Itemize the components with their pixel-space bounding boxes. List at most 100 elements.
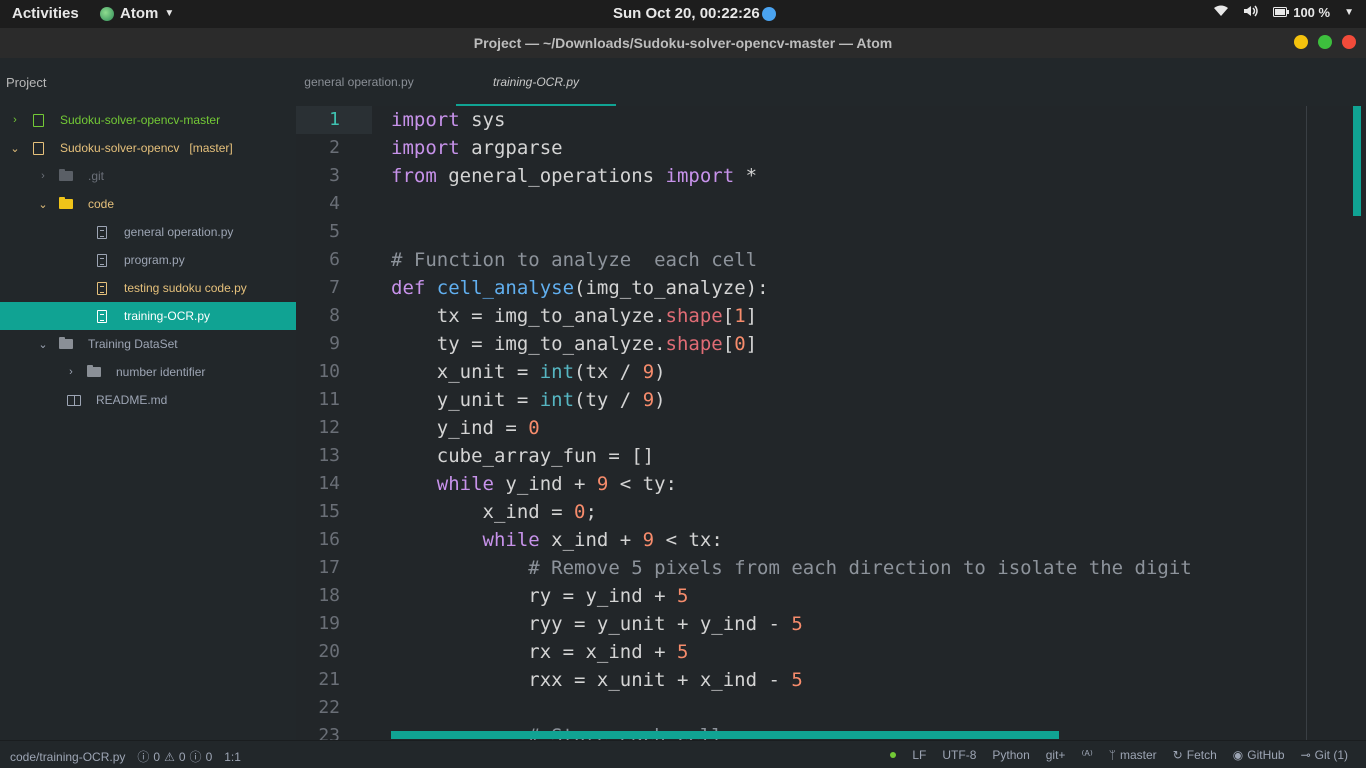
line-number: 16	[318, 529, 340, 550]
tree-item-label: README.md	[96, 393, 168, 407]
line-number: 20	[318, 641, 340, 662]
file-icon	[94, 281, 110, 295]
maximize-button[interactable]	[1318, 35, 1332, 49]
app-menu[interactable]: Atom ▼	[100, 5, 174, 22]
tree-item-code[interactable]: ⌄ code	[0, 190, 296, 218]
project-tree: Project › Sudoku-solver-opencv-master ⌄ …	[0, 58, 296, 740]
chevron-down-icon: ⌄	[10, 142, 20, 155]
tree-item-sudoku-solver-opencv[interactable]: ⌄ Sudoku-solver-opencv [master]	[0, 134, 296, 162]
chevron-down-icon: ⌄	[38, 338, 48, 351]
fetch-label: Fetch	[1186, 748, 1217, 762]
folder-icon	[86, 365, 102, 379]
line-number: 9	[329, 333, 340, 354]
status-bar: code/training-OCR.py ⓘ 0 ⚠ 0 ⓘ 0 1:1 LF UTF…	[0, 740, 1366, 768]
git-plus[interactable]: git+	[1046, 748, 1066, 762]
minimize-button[interactable]	[1294, 35, 1308, 49]
error-icon: ⓘ	[137, 750, 150, 764]
fetch-button[interactable]: ↻ Fetch	[1173, 748, 1217, 762]
line-number: 5	[329, 221, 340, 242]
tree-item-general-operation[interactable]: general operation.py	[0, 218, 296, 246]
tree-item-label: training-OCR.py	[124, 309, 211, 323]
line-number: 19	[318, 613, 340, 634]
file-icon	[94, 225, 110, 239]
line-number: 17	[318, 557, 340, 578]
close-button[interactable]	[1342, 35, 1356, 49]
code-line: rxx = x_unit + x_ind - 5	[391, 669, 803, 691]
error-count: 0	[153, 749, 161, 764]
code-area[interactable]: import sys import argparse from general_…	[391, 106, 1306, 740]
file-icon	[94, 309, 110, 323]
chevron-right-icon: ›	[13, 114, 17, 126]
code-line: while x_ind + 9 < tx:	[391, 529, 723, 551]
tree-item-label: program.py	[124, 253, 185, 267]
warning-count: 0	[178, 749, 186, 764]
system-tray[interactable]: 100 % ▼	[1213, 4, 1354, 20]
activities-button[interactable]: Activities	[12, 5, 79, 22]
tree-item-readme[interactable]: README.md	[0, 386, 296, 414]
code-line: rx = x_ind + 5	[391, 641, 689, 663]
book-icon	[66, 393, 82, 407]
broadcast-icon[interactable]: ⁽ᴬ⁾	[1081, 748, 1092, 762]
git-button[interactable]: ⊸ Git (1)	[1301, 748, 1348, 762]
vertical-scrollbar[interactable]	[1353, 106, 1361, 216]
tree-item-training-ocr[interactable]: training-OCR.py	[0, 302, 296, 330]
tree-item-label: number identifier	[116, 365, 206, 379]
github-label: GitHub	[1247, 748, 1285, 762]
app-menu-label: Atom	[120, 5, 159, 22]
info-count: 0	[205, 749, 213, 764]
code-line: y_ind = 0	[391, 417, 540, 439]
line-number: 8	[329, 305, 340, 326]
linter-status[interactable]: ⓘ 0 ⚠ 0 ⓘ 0	[137, 748, 212, 765]
code-line: ry = y_ind + 5	[391, 585, 689, 607]
clock[interactable]: Sun Oct 20, 00:22:26	[613, 5, 776, 22]
encoding[interactable]: UTF-8	[942, 748, 976, 762]
tree-item-sudoku-solver-opencv-master[interactable]: › Sudoku-solver-opencv-master	[0, 106, 296, 134]
tab-label: training-OCR.py	[492, 75, 580, 89]
tab-training-ocr[interactable]: training-OCR.py	[456, 58, 616, 106]
code-line: # Remove 5 pixels from each direction to…	[391, 557, 1192, 579]
window-title: Project — ~/Downloads/Sudoku-solver-open…	[473, 35, 893, 51]
tree-item-label: .git	[88, 169, 105, 183]
code-line: ryy = y_unit + y_ind - 5	[391, 613, 803, 635]
tree-item-training-dataset[interactable]: ⌄ Training DataSet	[0, 330, 296, 358]
tree-item-label: code	[88, 197, 115, 211]
system-top-bar: Activities Atom ▼ Sun Oct 20, 00:22:26 1…	[0, 0, 1366, 28]
line-number: 21	[318, 669, 340, 690]
repo-icon	[30, 113, 46, 127]
line-number: 18	[318, 585, 340, 606]
branch-selector[interactable]: ᛘ master	[1109, 748, 1157, 762]
volume-icon	[1243, 4, 1259, 20]
tree-item-label: Training DataSet	[88, 337, 178, 351]
chevron-down-icon: ▼	[1344, 6, 1354, 18]
tab-general-operation[interactable]: general operation.py	[296, 58, 422, 106]
cursor-position[interactable]: 1:1	[224, 750, 241, 764]
tree-item-label: Sudoku-solver-opencv-master	[60, 113, 221, 127]
line-number: 4	[329, 193, 340, 214]
line-number: 7	[329, 277, 340, 298]
code-line: ty = img_to_analyze.shape[0]	[391, 333, 758, 355]
status-dot-icon	[890, 752, 897, 758]
tree-item-testing-sudoku-code[interactable]: testing sudoku code.py	[0, 274, 296, 302]
branch-badge: [master]	[189, 141, 233, 155]
code-line: import sys	[391, 109, 506, 131]
line-number: 10	[318, 361, 340, 382]
github-button[interactable]: ◉ GitHub	[1233, 748, 1285, 762]
line-number-gutter: 1 2 3 4 5 6 7 8 9 10 11 12 13 14 15 16 17 18 19 20 21 22 23	[296, 106, 372, 740]
file-path[interactable]: code/training-OCR.py	[10, 750, 125, 764]
tree-item-git[interactable]: › .git	[0, 162, 296, 190]
code-line: # Function to analyze each cell	[391, 249, 758, 271]
code-editor[interactable]: 1 2 3 4 5 6 7 8 9 10 11 12 13 14 15 16 17 18 19 20 21 22 23 im…	[296, 106, 1366, 740]
line-number: 2	[329, 137, 340, 158]
folder-icon	[58, 197, 74, 211]
wifi-icon	[1213, 4, 1229, 20]
tree-item-program[interactable]: program.py	[0, 246, 296, 274]
chevron-right-icon: ›	[69, 366, 73, 378]
grammar[interactable]: Python	[992, 748, 1029, 762]
file-icon	[94, 253, 110, 267]
code-line: def cell_analyse(img_to_analyze):	[391, 277, 769, 299]
clock-label: Sun Oct 20, 00:22:26	[613, 5, 760, 22]
line-ending[interactable]: LF	[912, 748, 926, 762]
code-line: tx = img_to_analyze.shape[1]	[391, 305, 758, 327]
tree-item-number-identifier[interactable]: › number identifier	[0, 358, 296, 386]
horizontal-scrollbar[interactable]	[391, 731, 1059, 739]
